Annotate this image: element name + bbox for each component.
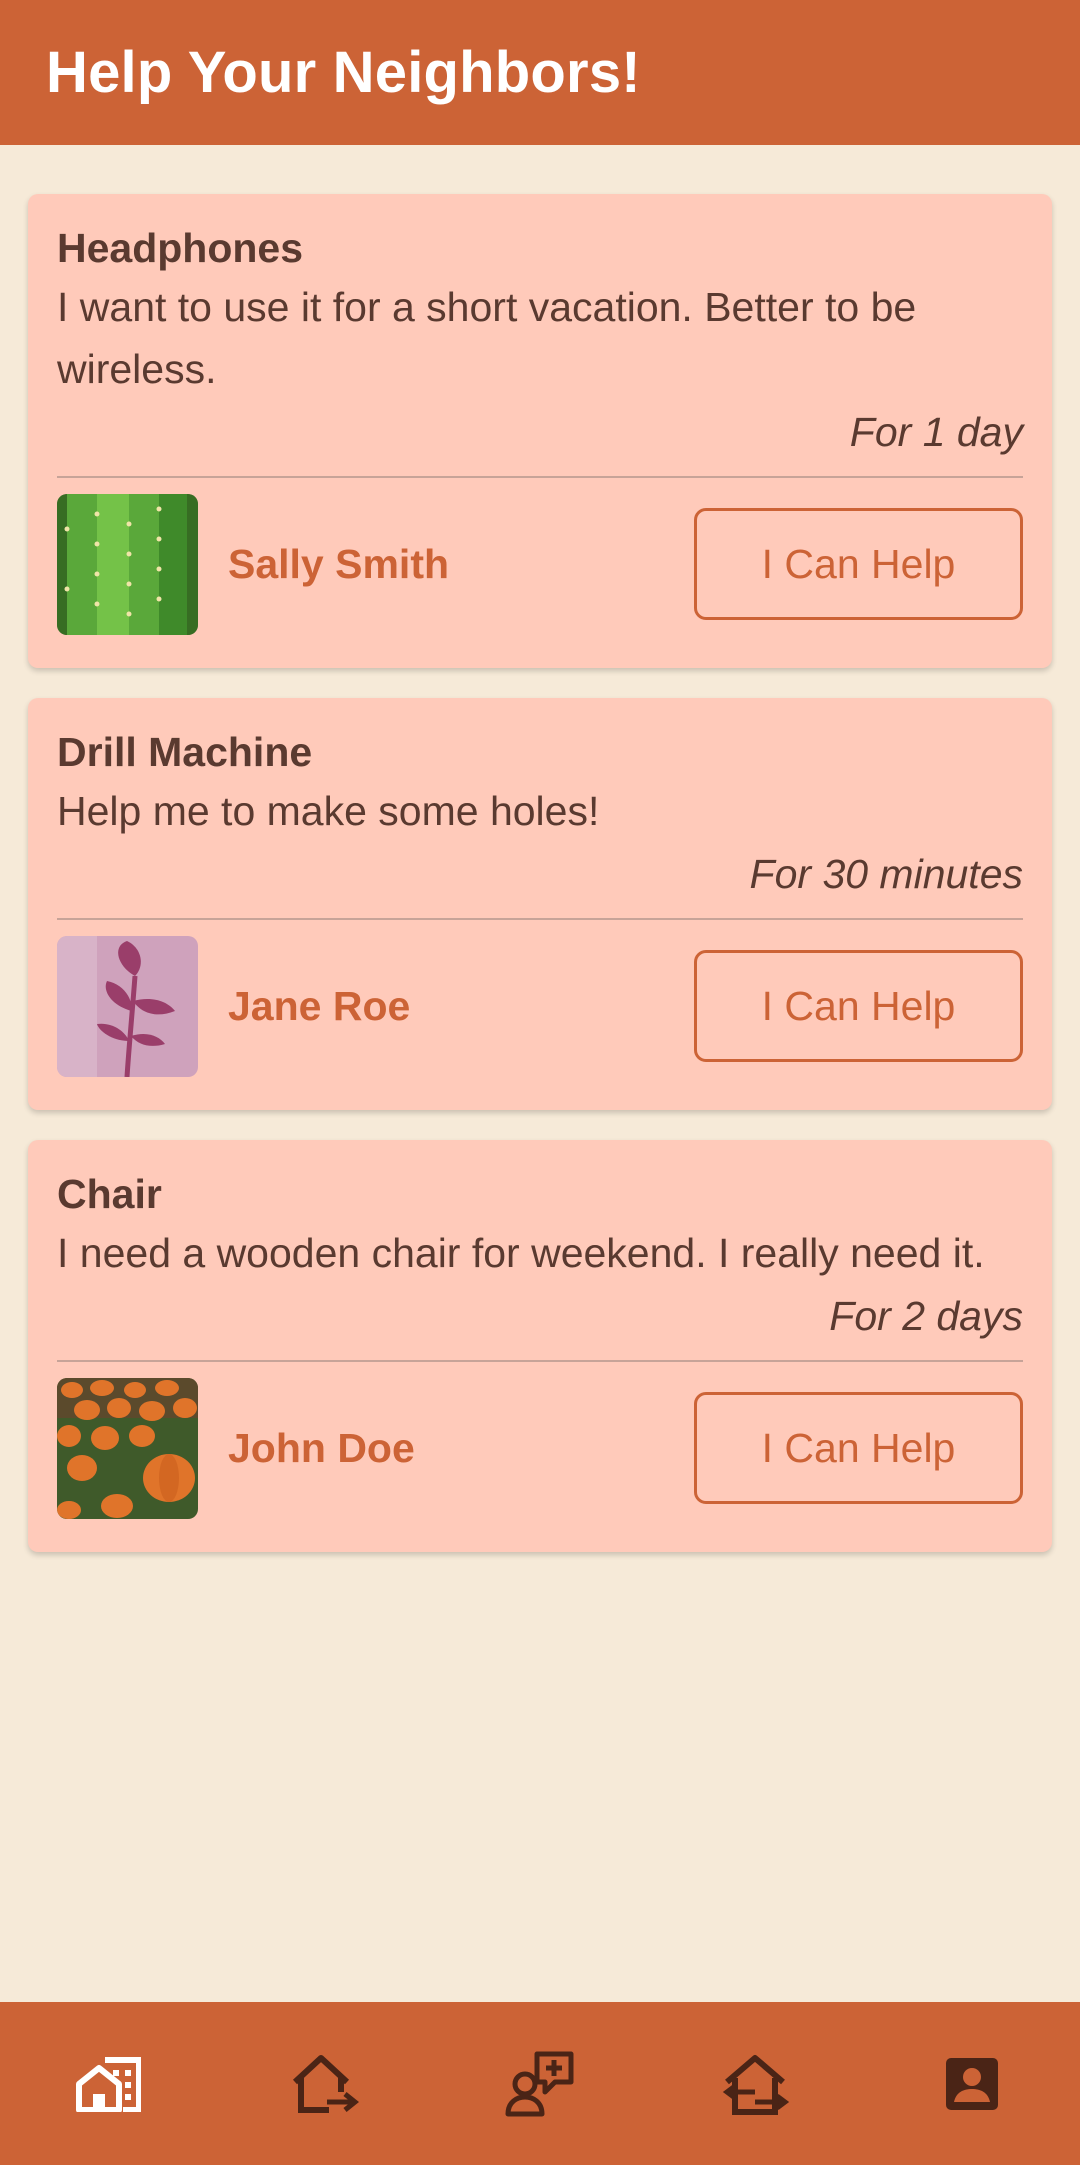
request-duration: For 1 day [849,409,1023,455]
request-duration: For 30 minutes [749,851,1023,897]
user-name[interactable]: Sally Smith [228,541,694,588]
request-title: Drill Machine [57,729,313,775]
request-card: Drill Machine Help me to make some holes… [28,698,1052,1110]
request-description: I want to use it for a short vacation. B… [57,284,917,392]
request-list: Headphones I want to use it for a short … [28,194,1052,1582]
app-root: Help Your Neighbors! Headphones I want t… [0,0,1080,2165]
request-title: Headphones [57,225,304,271]
i-can-help-button[interactable]: I Can Help [694,1392,1023,1504]
request-footer: Jane Roe I Can Help [57,920,1023,1092]
user-avatar-cactus[interactable] [57,493,198,635]
page-title: Help Your Neighbors! [46,40,641,105]
request-title: Chair [57,1171,162,1217]
account-box-icon [946,2057,998,2110]
app-bar: Help Your Neighbors! [0,0,1080,145]
request-card: Chair I need a wooden chair for weekend.… [28,1140,1052,1552]
user-avatar-pumpkins[interactable] [57,1377,198,1519]
user-name[interactable]: Jane Roe [228,983,694,1030]
nav-house-out[interactable] [249,2024,399,2144]
request-footer: Sally Smith I Can Help [57,478,1023,650]
nav-request[interactable] [465,2024,615,2144]
request-card: Headphones I want to use it for a short … [28,194,1052,668]
nav-home-work[interactable] [33,2024,183,2144]
i-can-help-button[interactable]: I Can Help [694,950,1023,1062]
request-duration: For 2 days [829,1293,1023,1339]
bottom-navigation [0,2002,1080,2165]
user-avatar-plant[interactable] [57,935,198,1077]
request-description: Help me to make some holes! [57,788,600,834]
home-work-icon [76,2056,141,2112]
user-name[interactable]: John Doe [228,1425,694,1472]
house-arrow-out-icon [292,2054,359,2113]
i-can-help-button[interactable]: I Can Help [694,508,1023,620]
request-footer: John Doe I Can Help [57,1362,1023,1534]
request-description: I need a wooden chair for weekend. I rea… [57,1230,985,1276]
nav-house-exchange[interactable] [681,2024,831,2144]
person-add-request-icon [505,2051,574,2116]
house-exchange-icon [722,2054,790,2115]
nav-profile[interactable] [897,2024,1047,2144]
